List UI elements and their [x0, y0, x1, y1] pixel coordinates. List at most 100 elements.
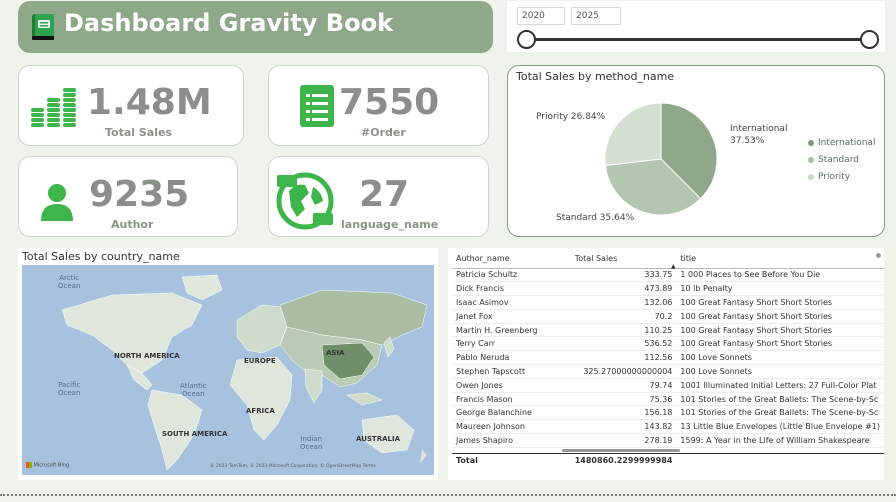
- pie-label-standard: Standard 35.64%: [556, 213, 635, 223]
- author-cell: Martin H. Greenberg: [452, 323, 571, 338]
- slider-start-handle[interactable]: [517, 30, 536, 49]
- table-row[interactable]: Owen Jones 79.74 1001 Illuminated Initial …: [452, 378, 884, 393]
- total-sales-cell: 132.06: [570, 295, 677, 310]
- pie-label-priority: Priority 26.84%: [536, 112, 606, 122]
- end-year-input[interactable]: 2025: [571, 7, 621, 25]
- order-list-icon: [300, 85, 334, 127]
- australia-shape: [361, 414, 415, 454]
- table-total-row: Total 1480860.2299999984: [452, 452, 884, 468]
- world-map[interactable]: Arctic Ocean NORTH AMERICA EUROPE ASIA Pa…: [22, 265, 434, 475]
- africa-shape: [229, 356, 293, 441]
- legend-dot-icon: [808, 156, 814, 163]
- title-cell: 100 Great Fantasy Short Short Stories: [676, 323, 884, 338]
- title-banner: Dashboard Gravity Book: [18, 1, 493, 53]
- table-row[interactable]: Francis Mason 75.36 101 Stories of the Gre…: [452, 392, 884, 407]
- language-card: 27 language_name: [268, 156, 489, 237]
- table-row[interactable]: Stephen Tapscott 325.27000000000004 100 Lo…: [452, 364, 884, 379]
- legend-item-international[interactable]: International: [808, 138, 875, 148]
- pie-label-international-pct: 37.53%: [730, 136, 765, 146]
- total-sales-value: 1.48M: [87, 82, 212, 123]
- horizontal-scrollbar[interactable]: [562, 448, 680, 452]
- total-sales-cell: 70.2: [570, 309, 677, 324]
- map-label-atlantic: Atlantic Ocean: [180, 382, 207, 398]
- legend-dot-icon: [808, 139, 814, 146]
- orders-label: #Order: [361, 126, 406, 139]
- title-cell: 100 Love Sonnets: [676, 350, 884, 366]
- table-row[interactable]: Janet Fox 70.2 100 Great Fantasy Short Sho…: [452, 309, 884, 324]
- map-label-north-america: NORTH AMERICA: [114, 352, 180, 360]
- map-label-europe: EUROPE: [244, 357, 276, 365]
- pie-chart-card: Total Sales by method_name Priority 26.8…: [507, 65, 885, 237]
- pie-label-international-name: International: [730, 124, 788, 134]
- title-cell: 101 Stories of the Great Ballets: The Sc…: [676, 405, 884, 421]
- north-america-shape: [61, 292, 203, 374]
- legend-label: Priority: [818, 172, 851, 182]
- title-cell: 100 Great Fantasy Short Short Stories: [676, 295, 884, 310]
- start-year-input[interactable]: 2020: [517, 7, 565, 25]
- map-label-arctic: Arctic Ocean: [58, 274, 81, 290]
- legend-item-standard[interactable]: Standard: [808, 155, 859, 165]
- pie-slice-priority[interactable]: [604, 102, 662, 167]
- table-row[interactable]: James Shapiro 278.19 1599: A Year in the L…: [452, 433, 884, 448]
- person-icon: [41, 184, 73, 221]
- title-cell: 13 Little Blue Envelopes (Little Blue En…: [676, 419, 884, 435]
- total-sales-cell: 536.52: [570, 336, 677, 352]
- map-title: Total Sales by country_name: [22, 250, 180, 263]
- total-sales-cell: 473.89: [570, 281, 677, 297]
- map-label-australia: AUSTRALIA: [356, 435, 400, 443]
- bing-label: Microsoft Bing: [33, 462, 70, 469]
- title-cell: 1 000 Places to See Before You Die: [676, 268, 884, 283]
- author-card: 9235 Author: [18, 156, 238, 237]
- language-label: language_name: [341, 218, 439, 231]
- author-label: Author: [111, 218, 154, 231]
- map-copyright[interactable]: © 2023 TomTom, © 2023 Microsoft Corporat…: [210, 464, 376, 469]
- author-cell: Dick Francis: [452, 281, 571, 297]
- author-cell: Janet Fox: [452, 309, 571, 324]
- column-header-author[interactable]: Author_name: [452, 250, 571, 269]
- map-card: Total Sales by country_name Arctic Ocean…: [18, 248, 438, 480]
- slider-track[interactable]: [527, 38, 869, 41]
- legend-item-priority[interactable]: Priority: [808, 172, 850, 182]
- author-cell: Stephen Tapscott: [452, 364, 571, 379]
- column-header-total-sales[interactable]: Total Sales: [570, 250, 677, 269]
- map-label-indian: Indian Ocean: [300, 435, 323, 451]
- column-header-title[interactable]: title ▲: [671, 250, 884, 270]
- pie-chart[interactable]: [603, 101, 719, 217]
- table-row[interactable]: Dick Francis 473.89 10 lb Penalty: [452, 281, 884, 297]
- bing-logo: Microsoft Bing: [26, 462, 69, 469]
- author-sales-table: Author_name Total Sales title ▲ Patricia …: [452, 250, 884, 468]
- total-sales-cell: 110.25: [570, 323, 677, 338]
- map-label-africa: AFRICA: [246, 407, 275, 415]
- total-value: 1480860.2299999984: [570, 452, 677, 468]
- author-cell: James Shapiro: [452, 433, 571, 448]
- map-label-asia: ASIA: [326, 349, 345, 357]
- title-cell: 1001 Illuminated Initial Letters: 27 Ful…: [676, 378, 884, 393]
- table-row[interactable]: Pablo Neruda 112.56 100 Love Sonnets: [452, 350, 884, 366]
- table-row[interactable]: Terry Carr 536.52 100 Great Fantasy Short …: [452, 336, 884, 352]
- table-row[interactable]: Maureen Johnson 143.82 13 Little Blue Enve…: [452, 419, 884, 435]
- total-sales-cell: 75.36: [570, 392, 677, 407]
- globe-chat-icon: [276, 172, 334, 230]
- total-sales-cell: 333.75: [570, 268, 677, 283]
- coin-stack-icon: [31, 88, 76, 127]
- map-label-pacific: Pacific Ocean: [58, 381, 81, 397]
- title-cell: 100 Great Fantasy Short Short Stories: [676, 309, 884, 324]
- sort-ascending-icon[interactable]: ▲: [671, 263, 676, 270]
- vertical-scrollbar-thumb[interactable]: [876, 253, 881, 258]
- greenland-shape: [181, 274, 223, 301]
- table-row[interactable]: Patricia Schultz 333.75 1 000 Places to Se…: [452, 268, 884, 283]
- legend-dot-icon: [808, 173, 814, 180]
- map-label-south-america: SOUTH AMERICA: [162, 430, 228, 438]
- total-sales-cell: 112.56: [570, 350, 677, 366]
- author-cell: Patricia Schultz: [452, 268, 571, 283]
- slider-end-handle[interactable]: [860, 30, 879, 49]
- author-cell: Pablo Neruda: [452, 350, 571, 366]
- author-sales-table-card: Author_name Total Sales title ▲ Patricia …: [448, 248, 884, 480]
- table-row[interactable]: Martin H. Greenberg 110.25 100 Great Fanta…: [452, 323, 884, 338]
- pie-chart-title: Total Sales by method_name: [516, 70, 675, 83]
- table-row[interactable]: Isaac Asimov 132.06 100 Great Fantasy Shor…: [452, 295, 884, 310]
- microsoft-logo-icon: [26, 462, 32, 468]
- column-header-title-label: title: [680, 254, 697, 264]
- year-range-slicer: 2020 2025: [507, 1, 885, 52]
- table-row[interactable]: George Balanchine 156.18 101 Stories of th…: [452, 405, 884, 421]
